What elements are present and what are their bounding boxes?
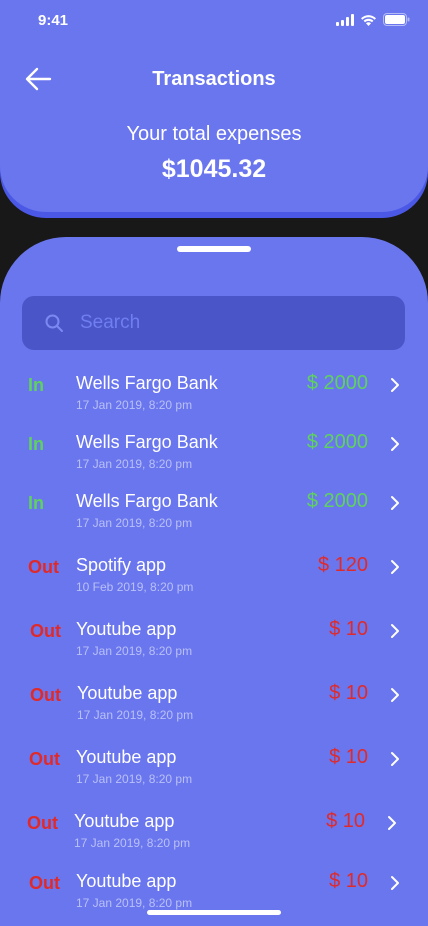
transaction-row[interactable]: In Wells Fargo Bank 17 Jan 2019, 8:20 pm $ … xyxy=(0,427,428,477)
transaction-name: Wells Fargo Bank xyxy=(76,491,218,511)
search-bar[interactable] xyxy=(22,296,405,350)
transaction-name: Youtube app xyxy=(76,747,177,767)
transaction-type: Out xyxy=(30,685,61,705)
transaction-date: 17 Jan 2019, 8:20 pm xyxy=(76,457,193,471)
transaction-row[interactable]: Out Youtube app 17 Jan 2019, 8:20 pm $ 10 xyxy=(0,742,428,792)
chevron-right-icon[interactable] xyxy=(389,751,401,767)
total-expenses-amount: $1045.32 xyxy=(161,155,267,183)
transaction-amount: $ 2000 xyxy=(306,431,368,453)
transaction-type: Out xyxy=(28,557,59,577)
transaction-name: Wells Fargo Bank xyxy=(76,373,218,393)
signal-icon xyxy=(336,13,354,26)
transaction-amount: $ 2000 xyxy=(306,372,368,394)
transaction-date: 17 Jan 2019, 8:20 pm xyxy=(76,896,193,910)
chevron-right-icon[interactable] xyxy=(389,559,401,575)
transaction-amount: $ 10 xyxy=(326,810,365,832)
transaction-name: Youtube app xyxy=(76,619,177,639)
chevron-right-icon[interactable] xyxy=(389,377,401,393)
transaction-date: 17 Jan 2019, 8:20 pm xyxy=(76,516,193,530)
transaction-row[interactable]: In Wells Fargo Bank 17 Jan 2019, 8:20 pm $ … xyxy=(0,486,428,536)
transaction-type: In xyxy=(28,434,44,454)
transaction-type: In xyxy=(28,375,44,395)
transaction-type: Out xyxy=(30,621,61,641)
transaction-type: In xyxy=(28,493,44,513)
transaction-row[interactable]: Out Spotify app 10 Feb 2019, 8:20 pm $ 120 xyxy=(0,550,428,600)
status-bar: 9:41 xyxy=(0,0,428,44)
chevron-right-icon[interactable] xyxy=(386,815,398,831)
transaction-type: Out xyxy=(29,873,60,893)
total-expenses-label: Your total expenses xyxy=(126,123,302,145)
transaction-name: Youtube app xyxy=(74,811,175,831)
home-indicator xyxy=(147,910,281,915)
wifi-icon xyxy=(361,14,376,26)
chevron-right-icon[interactable] xyxy=(389,623,401,639)
transaction-row[interactable]: Out Youtube app 17 Jan 2019, 8:20 pm $ 10 xyxy=(0,614,428,664)
transaction-amount: $ 10 xyxy=(329,870,368,892)
status-icons xyxy=(336,13,410,26)
page-title: Transactions xyxy=(152,68,276,90)
transaction-name: Spotify app xyxy=(76,555,167,575)
battery-icon xyxy=(383,13,410,26)
transaction-type: Out xyxy=(29,749,60,769)
transaction-name: Youtube app xyxy=(76,871,177,891)
search-icon xyxy=(45,314,63,332)
chevron-right-icon[interactable] xyxy=(389,495,401,511)
transaction-row[interactable]: Out Youtube app 17 Jan 2019, 8:20 pm $ 10 xyxy=(0,866,428,916)
transaction-amount: $ 10 xyxy=(329,618,368,640)
transaction-row[interactable]: In Wells Fargo Bank 17 Jan 2019, 8:20 pm $ … xyxy=(0,368,428,418)
transaction-name: Youtube app xyxy=(77,683,178,703)
transaction-date: 17 Jan 2019, 8:20 pm xyxy=(76,644,193,658)
transaction-name: Wells Fargo Bank xyxy=(76,432,218,452)
sheet-drag-handle[interactable] xyxy=(177,246,251,252)
transaction-amount: $ 120 xyxy=(317,554,368,576)
transaction-date: 17 Jan 2019, 8:20 pm xyxy=(74,836,191,850)
transaction-row[interactable]: Out Youtube app 17 Jan 2019, 8:20 pm $ 10 xyxy=(0,806,428,856)
search-input[interactable] xyxy=(80,296,390,350)
transaction-amount: $ 10 xyxy=(329,746,368,768)
transaction-date: 17 Jan 2019, 8:20 pm xyxy=(77,708,194,722)
transactions-sheet: In Wells Fargo Bank 17 Jan 2019, 8:20 pm $ … xyxy=(0,237,428,926)
transaction-amount: $ 10 xyxy=(329,682,368,704)
status-time: 9:41 xyxy=(38,12,69,29)
transaction-type: Out xyxy=(27,813,58,833)
transaction-row[interactable]: Out Youtube app 17 Jan 2019, 8:20 pm $ 10 xyxy=(0,678,428,728)
chevron-right-icon[interactable] xyxy=(389,687,401,703)
transaction-date: 17 Jan 2019, 8:20 pm xyxy=(76,772,193,786)
chevron-right-icon[interactable] xyxy=(389,875,401,891)
chevron-right-icon[interactable] xyxy=(389,436,401,452)
transaction-date: 17 Jan 2019, 8:20 pm xyxy=(76,398,193,412)
header-card: 9:41 Transactions Your total expenses $1… xyxy=(0,0,428,212)
transaction-amount: $ 2000 xyxy=(306,490,368,512)
transaction-date: 10 Feb 2019, 8:20 pm xyxy=(76,580,194,594)
